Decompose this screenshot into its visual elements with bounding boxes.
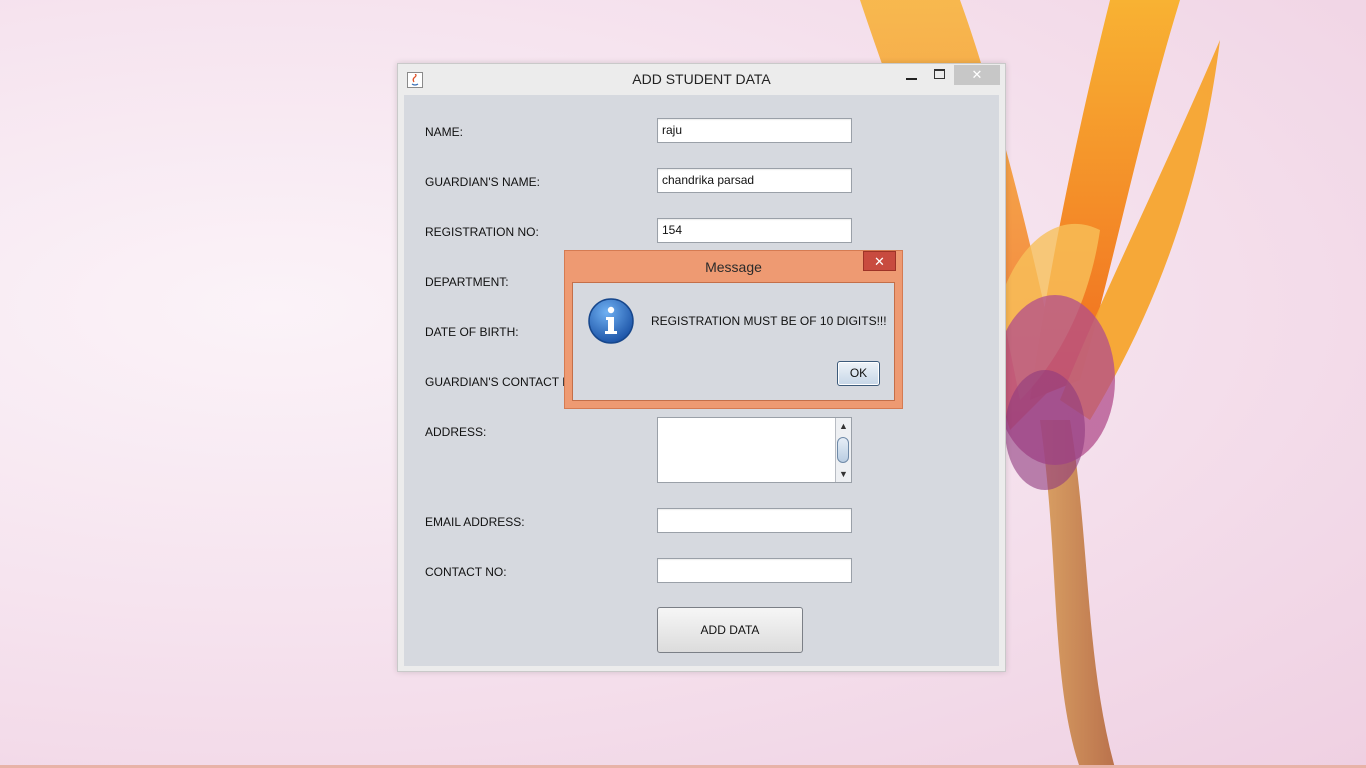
scroll-up-arrow-icon[interactable]: ▲	[836, 419, 851, 433]
email-field[interactable]	[657, 508, 852, 533]
name-label: NAME:	[425, 125, 464, 139]
address-scrollbar[interactable]: ▲ ▼	[835, 418, 851, 482]
contact-no-label: CONTACT NO:	[425, 565, 507, 579]
dialog-title: Message	[705, 259, 762, 275]
guardian-contact-label: GUARDIAN'S CONTACT N	[425, 375, 571, 389]
address-textarea[interactable]: ▲ ▼	[657, 417, 852, 483]
email-label: EMAIL ADDRESS:	[425, 515, 525, 529]
guardian-name-field[interactable]: chandrika parsad	[657, 168, 852, 193]
contact-no-field[interactable]	[657, 558, 852, 583]
registration-no-label: REGISTRATION NO:	[425, 225, 539, 239]
window-close-button[interactable]: ✕	[954, 65, 1000, 85]
guardian-name-label: GUARDIAN'S NAME:	[425, 175, 540, 189]
scroll-down-arrow-icon[interactable]: ▼	[836, 467, 851, 481]
minimize-button[interactable]	[900, 68, 924, 88]
maximize-button[interactable]	[928, 68, 952, 88]
address-label: ADDRESS:	[425, 425, 487, 439]
dialog-body: REGISTRATION MUST BE OF 10 DIGITS!!! OK	[572, 282, 895, 401]
scroll-thumb[interactable]	[837, 437, 849, 463]
department-label: DEPARTMENT:	[425, 275, 509, 289]
ok-button[interactable]: OK	[837, 361, 880, 386]
info-icon	[588, 298, 634, 344]
message-dialog: Message ✕ REGISTRATION MUST BE OF 10 DIG…	[564, 250, 903, 409]
window-titlebar[interactable]: ADD STUDENT DATA ✕	[398, 64, 1005, 95]
dialog-message: REGISTRATION MUST BE OF 10 DIGITS!!!	[651, 314, 887, 328]
dialog-close-button[interactable]: ✕	[863, 251, 896, 271]
add-data-button[interactable]: ADD DATA	[657, 607, 803, 653]
date-of-birth-label: DATE OF BIRTH:	[425, 325, 519, 339]
name-field[interactable]: raju	[657, 118, 852, 143]
registration-no-field[interactable]: 154	[657, 218, 852, 243]
